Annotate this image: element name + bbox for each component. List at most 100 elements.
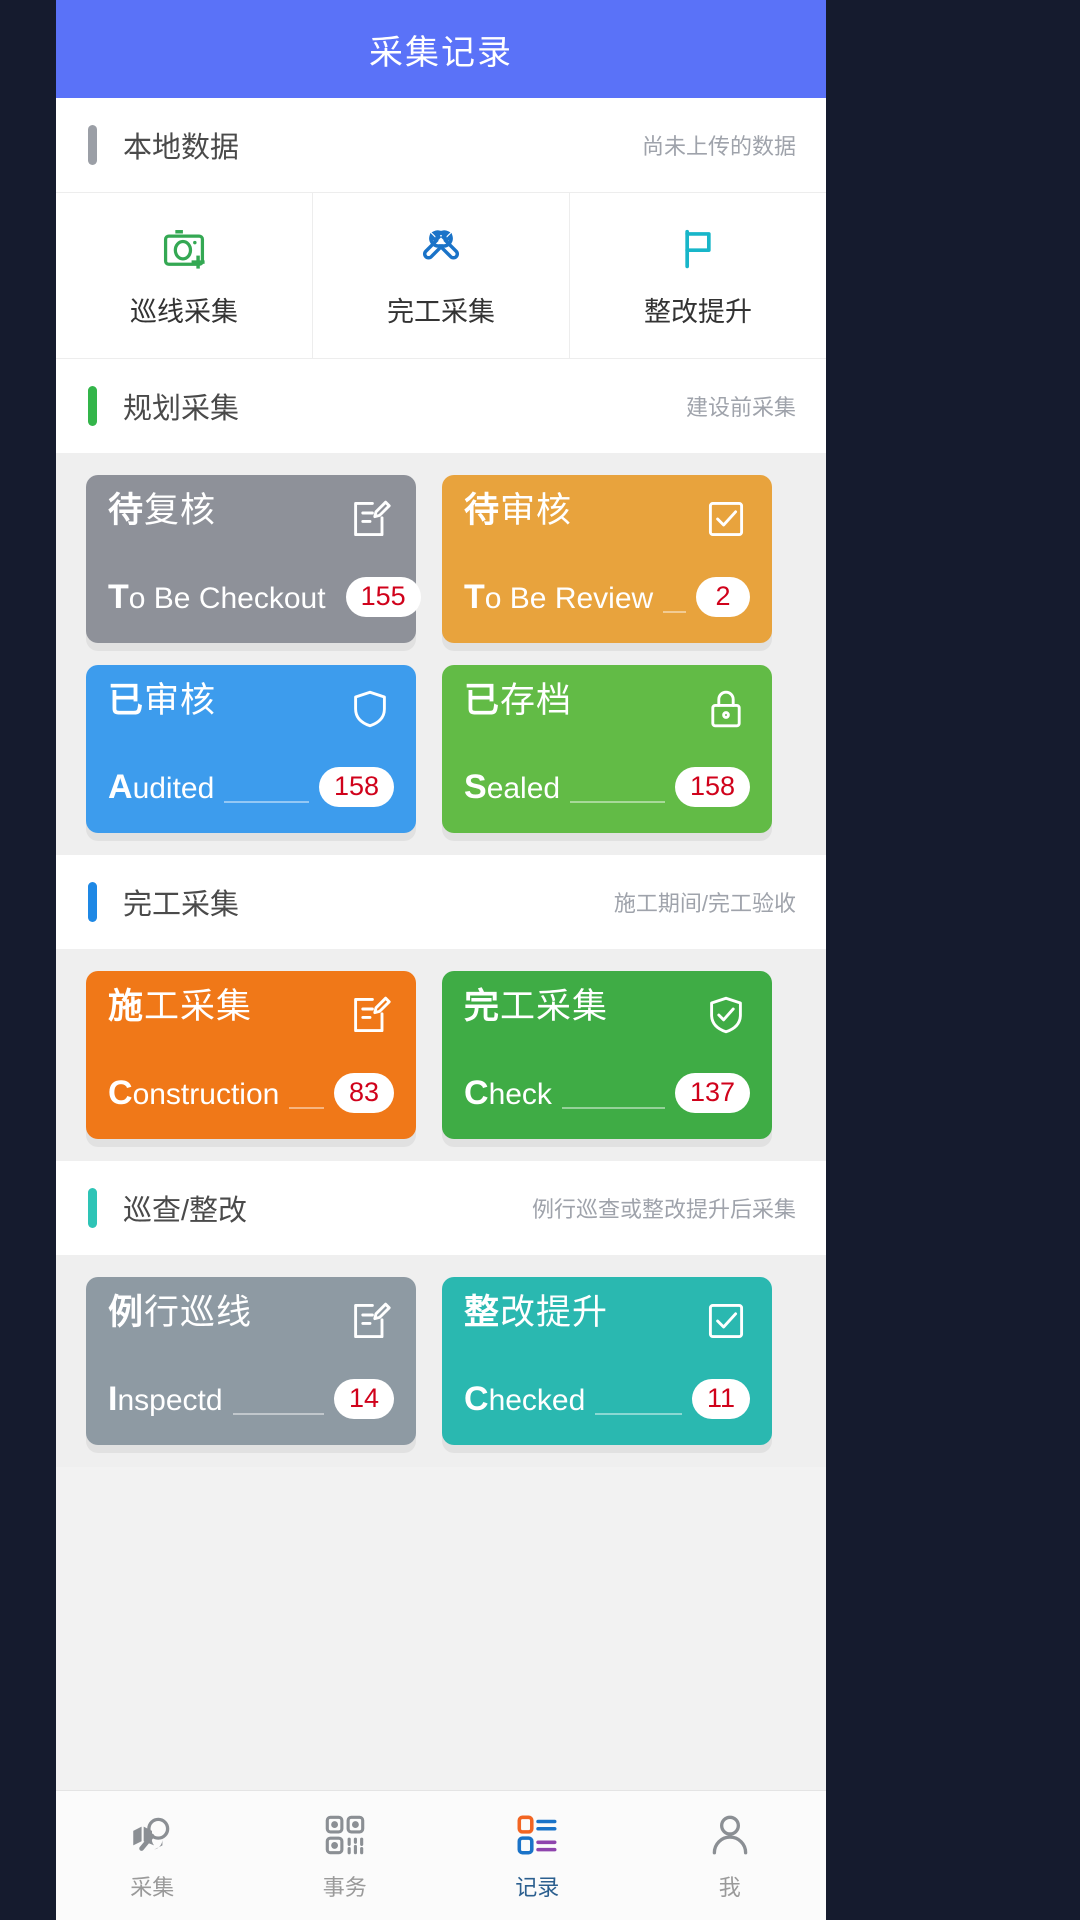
quick-action-label: 巡线采集 <box>130 297 238 327</box>
card-title-cn: 施工采集 <box>108 989 252 1024</box>
bottom-navigation: 采集 事务 记录 我 <box>56 1790 826 1920</box>
quick-action-completion-collect[interactable]: 完工采集 <box>313 193 570 358</box>
nav-item-label: 事务 <box>322 1874 367 1900</box>
nav-item-profile[interactable]: 我 <box>634 1791 827 1920</box>
checkbox-icon <box>702 495 750 543</box>
card-count-badge: 14 <box>333 1379 394 1419</box>
quick-action-patrol-collect[interactable]: 巡线采集 <box>56 193 313 358</box>
card-title-cn-rest: 工采集 <box>144 987 253 1026</box>
card-top: 例行巡线 <box>108 1295 394 1345</box>
card-rule <box>232 1413 324 1415</box>
card-bottom: Construction 83 <box>108 1073 394 1113</box>
card-title-en-lead: S <box>464 768 487 807</box>
card-rule <box>663 611 686 613</box>
shield-check-icon <box>702 991 750 1039</box>
card-sealed[interactable]: 已存档 Sealed 158 <box>442 665 772 833</box>
card-title-cn: 完工采集 <box>464 989 608 1024</box>
card-rule <box>561 1107 665 1109</box>
nav-item-collect[interactable]: 采集 <box>56 1791 249 1920</box>
card-title-en-lead: T <box>108 578 129 617</box>
section-title: 规划采集 <box>123 393 240 425</box>
card-bottom: To Be Checkout 155 <box>108 577 421 617</box>
card-title-en-rest: nspectd <box>117 1384 223 1418</box>
checkbox-icon <box>702 1297 750 1345</box>
section-header-inspection: 巡查/整改 例行巡查或整改提升后采集 <box>56 1161 826 1255</box>
section-title: 完工采集 <box>123 889 240 921</box>
card-bottom: To Be Review 2 <box>464 577 750 617</box>
section-title: 巡查/整改 <box>123 1195 248 1227</box>
card-count-badge: 83 <box>333 1073 394 1113</box>
card-construction[interactable]: 施工采集 Construction 83 <box>86 971 416 1139</box>
app-screen: 采集记录 本地数据 尚未上传的数据 巡线采集 完工采集 整改提升 规划采集 建设… <box>56 0 826 1920</box>
card-title-cn: 整改提升 <box>464 1295 608 1330</box>
card-bottom: Check 137 <box>464 1073 750 1113</box>
inspection-card-grid: 例行巡线 Inspectd 14 整改提升 Checked 11 <box>56 1255 826 1467</box>
section-title: 本地数据 <box>123 132 240 164</box>
card-title-cn: 例行巡线 <box>108 1295 252 1330</box>
card-title-en-lead: C <box>464 1380 489 1419</box>
section-note: 例行巡查或整改提升后采集 <box>531 1197 796 1222</box>
card-title-en-rest: heck <box>488 1078 552 1112</box>
card-top: 整改提升 <box>464 1295 750 1345</box>
nav-item-affairs[interactable]: 事务 <box>249 1791 442 1920</box>
card-count-badge: 155 <box>345 577 421 617</box>
card-title-cn-lead: 待 <box>464 491 501 530</box>
quick-action-rectify-upgrade[interactable]: 整改提升 <box>570 193 826 358</box>
record-list-icon <box>512 1810 562 1860</box>
card-rule <box>289 1107 324 1109</box>
nav-item-label: 我 <box>718 1874 741 1900</box>
card-count-badge: 11 <box>691 1379 750 1419</box>
card-title-en: Checked <box>464 1382 585 1416</box>
app-header: 采集记录 <box>56 0 826 98</box>
card-inspectd[interactable]: 例行巡线 Inspectd 14 <box>86 1277 416 1445</box>
card-title-en-lead: C <box>108 1074 133 1113</box>
card-audited[interactable]: 已审核 Audited 158 <box>86 665 416 833</box>
page-title: 采集记录 <box>369 33 513 72</box>
card-title-cn-lead: 例 <box>108 1293 145 1332</box>
nav-item-records[interactable]: 记录 <box>441 1791 634 1920</box>
shield-icon <box>346 685 394 733</box>
accent-bar <box>88 882 97 922</box>
card-title-en: To Be Review <box>464 580 653 614</box>
card-title-en: Inspectd <box>108 1382 223 1416</box>
card-title-en: Check <box>464 1076 552 1110</box>
card-top: 待审核 <box>464 493 750 543</box>
card-count-badge: 158 <box>674 767 750 807</box>
edit-document-icon <box>346 991 394 1039</box>
card-check[interactable]: 完工采集 Check 137 <box>442 971 772 1139</box>
card-title-cn-lead: 完 <box>464 987 501 1026</box>
card-title-en-rest: onstruction <box>132 1078 280 1112</box>
section-note: 施工期间/完工验收 <box>613 891 796 916</box>
quick-action-label: 完工采集 <box>387 297 495 327</box>
flag-icon <box>672 222 724 274</box>
section-note: 建设前采集 <box>685 395 796 420</box>
accent-bar <box>88 1188 97 1228</box>
person-icon <box>705 1810 755 1860</box>
card-top: 完工采集 <box>464 989 750 1039</box>
card-title-cn: 待复核 <box>108 493 216 528</box>
card-to-be-review[interactable]: 待审核 To Be Review 2 <box>442 475 772 643</box>
section-header-completion: 完工采集 施工期间/完工验收 <box>56 855 826 949</box>
edit-document-icon <box>346 1297 394 1345</box>
card-title-cn-rest: 复核 <box>144 491 217 530</box>
card-title-cn-lead: 整 <box>464 1293 501 1332</box>
card-top: 已审核 <box>108 683 394 733</box>
card-title-en-rest: udited <box>132 772 215 806</box>
card-title-cn-lead: 施 <box>108 987 145 1026</box>
card-title-en-rest: hecked <box>488 1384 586 1418</box>
card-checked[interactable]: 整改提升 Checked 11 <box>442 1277 772 1445</box>
card-title-en: To Be Checkout <box>108 580 326 614</box>
card-to-be-checkout[interactable]: 待复核 To Be Checkout 155 <box>86 475 421 643</box>
card-title-en-rest: o Be Checkout <box>128 582 326 616</box>
card-title-en-lead: T <box>464 578 485 617</box>
nav-item-label: 记录 <box>515 1874 560 1900</box>
card-title-en: Audited <box>108 770 214 804</box>
card-title-en-lead: C <box>464 1074 489 1113</box>
nav-item-label: 采集 <box>130 1874 175 1900</box>
completion-card-grid: 施工采集 Construction 83 完工采集 Check 137 <box>56 949 826 1161</box>
card-title-en: Construction <box>108 1076 279 1110</box>
card-title-cn-lead: 已 <box>464 681 501 720</box>
card-title-cn-rest: 行巡线 <box>144 1293 253 1332</box>
tools-icon <box>415 222 467 274</box>
card-top: 已存档 <box>464 683 750 733</box>
